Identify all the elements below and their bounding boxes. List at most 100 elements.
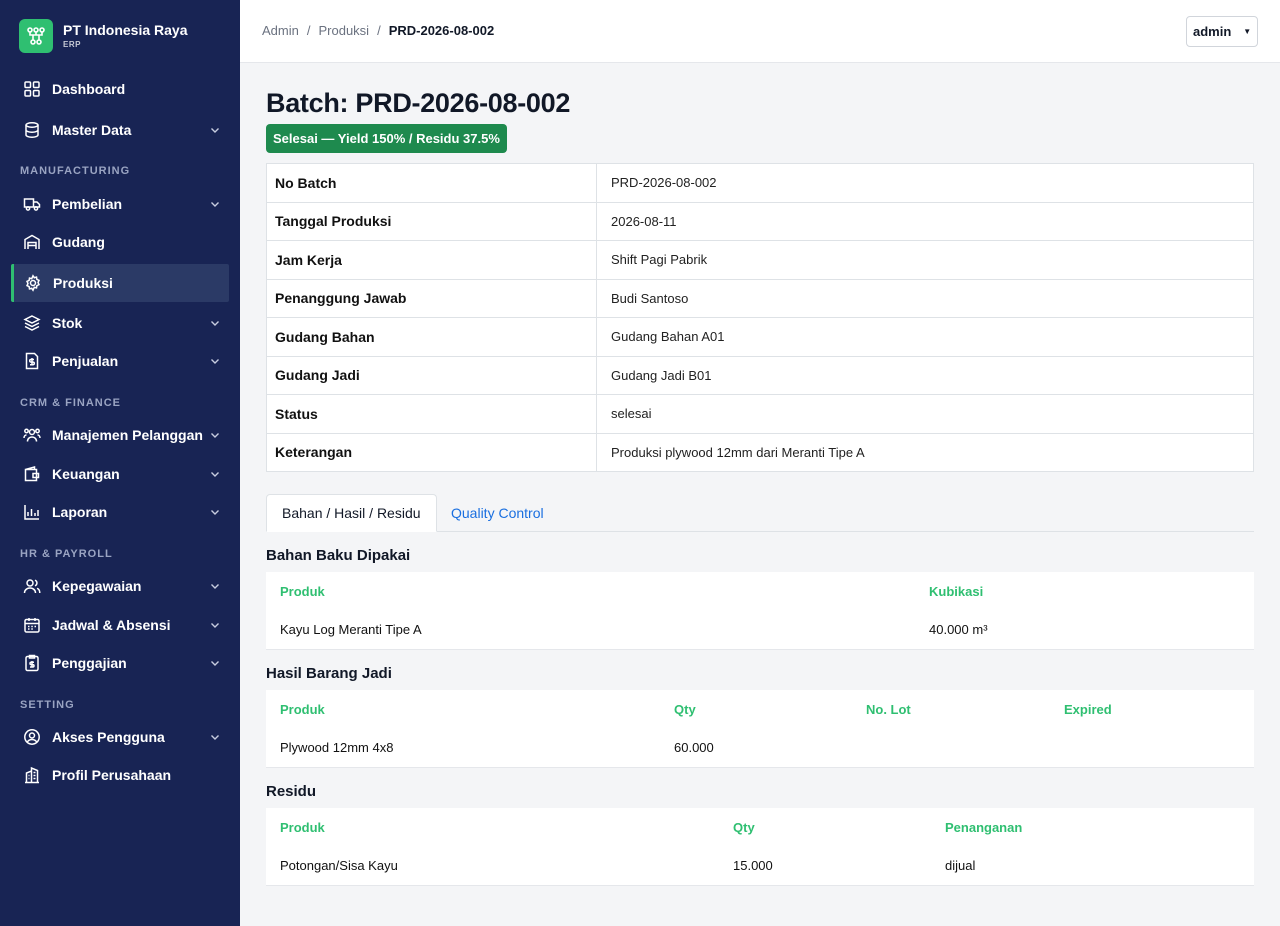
sidebar: PT Indonesia Raya ERP Dashboard Master D… bbox=[0, 0, 240, 926]
payroll-icon bbox=[21, 652, 43, 674]
sidebar-item-label: Stok bbox=[52, 315, 83, 331]
sidebar-item-label: Pembelian bbox=[52, 196, 123, 212]
sidebar-item-stok[interactable]: Stok bbox=[11, 304, 229, 342]
info-label: Gudang Bahan bbox=[266, 317, 597, 357]
invoice-icon bbox=[21, 350, 43, 372]
wallet-icon bbox=[21, 463, 43, 485]
chart-icon bbox=[21, 501, 43, 523]
table-row: No Batch PRD-2026-08-002 bbox=[266, 163, 1254, 203]
sidebar-item-label: Jadwal & Absensi bbox=[52, 617, 171, 633]
section-title-hasil: Hasil Barang Jadi bbox=[266, 665, 392, 682]
calendar-icon bbox=[21, 614, 43, 636]
caret-down-icon: ▼ bbox=[1243, 27, 1252, 36]
sidebar-item-profil-perusahaan[interactable]: Profil Perusahaan bbox=[11, 756, 229, 794]
grid-icon bbox=[21, 78, 43, 100]
cell-kubikasi: 40.000 m³ bbox=[929, 622, 988, 637]
info-value: Shift Pagi Pabrik bbox=[596, 240, 1254, 280]
sidebar-item-master-data[interactable]: Master Data bbox=[11, 111, 229, 149]
column-header: No. Lot bbox=[866, 702, 911, 717]
hasil-table: Produk Qty No. Lot Expired Plywood 12mm … bbox=[266, 690, 1254, 768]
tab-quality-control[interactable]: Quality Control bbox=[436, 494, 559, 532]
user-menu-button[interactable]: admin ▼ bbox=[1186, 16, 1258, 47]
column-header: Produk bbox=[280, 820, 325, 835]
info-value: Gudang Bahan A01 bbox=[596, 317, 1254, 357]
warehouse-icon bbox=[21, 231, 43, 253]
sidebar-item-pembelian[interactable]: Pembelian bbox=[11, 185, 229, 223]
sidebar-item-kepegawaian[interactable]: Kepegawaian bbox=[11, 567, 229, 605]
info-label: Status bbox=[266, 394, 597, 434]
truck-icon bbox=[21, 193, 43, 215]
sidebar-item-label: Kepegawaian bbox=[52, 578, 142, 594]
sidebar-item-dashboard[interactable]: Dashboard bbox=[11, 70, 229, 108]
table-row: Penanggung Jawab Budi Santoso bbox=[266, 278, 1254, 318]
section-label-hr-payroll: HR & PAYROLL bbox=[20, 548, 113, 560]
sidebar-item-penggajian[interactable]: Penggajian bbox=[11, 644, 229, 682]
info-label: Keterangan bbox=[266, 432, 597, 472]
info-label: Tanggal Produksi bbox=[266, 201, 597, 241]
sidebar-item-laporan[interactable]: Laporan bbox=[11, 493, 229, 531]
section-label-manufacturing: MANUFACTURING bbox=[20, 165, 131, 177]
user-circle-icon bbox=[21, 726, 43, 748]
sidebar-item-gudang[interactable]: Gudang bbox=[11, 223, 229, 261]
chevron-down-icon bbox=[207, 466, 223, 482]
breadcrumb-separator: / bbox=[377, 23, 381, 38]
topbar: Admin / Produksi / PRD-2026-08-002 admin… bbox=[240, 0, 1280, 63]
cell-produk: Potongan/Sisa Kayu bbox=[280, 858, 398, 873]
info-label: No Batch bbox=[266, 163, 597, 203]
sidebar-item-label: Produksi bbox=[53, 275, 113, 291]
tab-bahan-hasil-residu[interactable]: Bahan / Hasil / Residu bbox=[266, 494, 437, 532]
users-icon bbox=[21, 424, 43, 446]
column-header: Expired bbox=[1064, 702, 1112, 717]
info-label: Gudang Jadi bbox=[266, 355, 597, 395]
cell-qty: 15.000 bbox=[733, 858, 773, 873]
section-label-setting: SETTING bbox=[20, 699, 75, 711]
chevron-down-icon bbox=[207, 729, 223, 745]
sidebar-item-label: Gudang bbox=[52, 234, 105, 250]
sidebar-item-penjualan[interactable]: Penjualan bbox=[11, 342, 229, 380]
section-title-residu: Residu bbox=[266, 783, 317, 800]
chevron-down-icon bbox=[207, 617, 223, 633]
info-value: selesai bbox=[596, 394, 1254, 434]
sidebar-item-jadwal-absensi[interactable]: Jadwal & Absensi bbox=[11, 606, 229, 644]
sidebar-item-label: Dashboard bbox=[52, 81, 126, 97]
table-row: Keterangan Produksi plywood 12mm dari Me… bbox=[266, 432, 1254, 472]
sidebar-item-manajemen-pelanggan[interactable]: Manajemen Pelanggan bbox=[11, 416, 229, 454]
brand-subtitle: ERP bbox=[63, 40, 81, 49]
chevron-down-icon bbox=[207, 578, 223, 594]
breadcrumb: Admin / Produksi / PRD-2026-08-002 bbox=[262, 23, 494, 38]
chevron-down-icon bbox=[207, 655, 223, 671]
database-icon bbox=[21, 119, 43, 141]
sidebar-item-akses-pengguna[interactable]: Akses Pengguna bbox=[11, 718, 229, 756]
column-header: Qty bbox=[733, 820, 755, 835]
section-title-bahan: Bahan Baku Dipakai bbox=[266, 547, 411, 564]
sidebar-item-label: Penjualan bbox=[52, 353, 119, 369]
chevron-down-icon bbox=[207, 315, 223, 331]
info-value: PRD-2026-08-002 bbox=[596, 163, 1254, 203]
breadcrumb-current: PRD-2026-08-002 bbox=[388, 23, 495, 38]
cell-qty: 60.000 bbox=[674, 740, 714, 755]
sidebar-item-label: Laporan bbox=[52, 504, 108, 520]
section-label-crm-finance: CRM & FINANCE bbox=[20, 397, 121, 409]
info-value: Budi Santoso bbox=[596, 278, 1254, 318]
column-header: Penanganan bbox=[945, 820, 1023, 835]
sidebar-item-keuangan[interactable]: Keuangan bbox=[11, 455, 229, 493]
chevron-down-icon bbox=[207, 196, 223, 212]
chevron-down-icon bbox=[207, 504, 223, 520]
gear-icon bbox=[22, 272, 44, 294]
brand-name: PT Indonesia Raya bbox=[63, 22, 188, 38]
info-label: Jam Kerja bbox=[266, 240, 597, 280]
sidebar-item-label: Profil Perusahaan bbox=[52, 767, 172, 783]
brand[interactable]: PT Indonesia Raya ERP bbox=[19, 19, 187, 53]
sidebar-item-label: Master Data bbox=[52, 122, 132, 138]
chevron-down-icon bbox=[207, 122, 223, 138]
table-row: Jam Kerja Shift Pagi Pabrik bbox=[266, 240, 1254, 280]
sidebar-item-produksi[interactable]: Produksi bbox=[11, 264, 229, 302]
breadcrumb-admin[interactable]: Admin bbox=[262, 23, 299, 38]
brand-logo-icon bbox=[19, 19, 53, 53]
breadcrumb-separator: / bbox=[306, 23, 311, 38]
sidebar-item-label: Manajemen Pelanggan bbox=[52, 427, 203, 443]
breadcrumb-produksi[interactable]: Produksi bbox=[318, 23, 369, 38]
layers-icon bbox=[21, 312, 43, 334]
info-label: Penanggung Jawab bbox=[266, 278, 597, 318]
user-name: admin bbox=[1193, 24, 1232, 39]
